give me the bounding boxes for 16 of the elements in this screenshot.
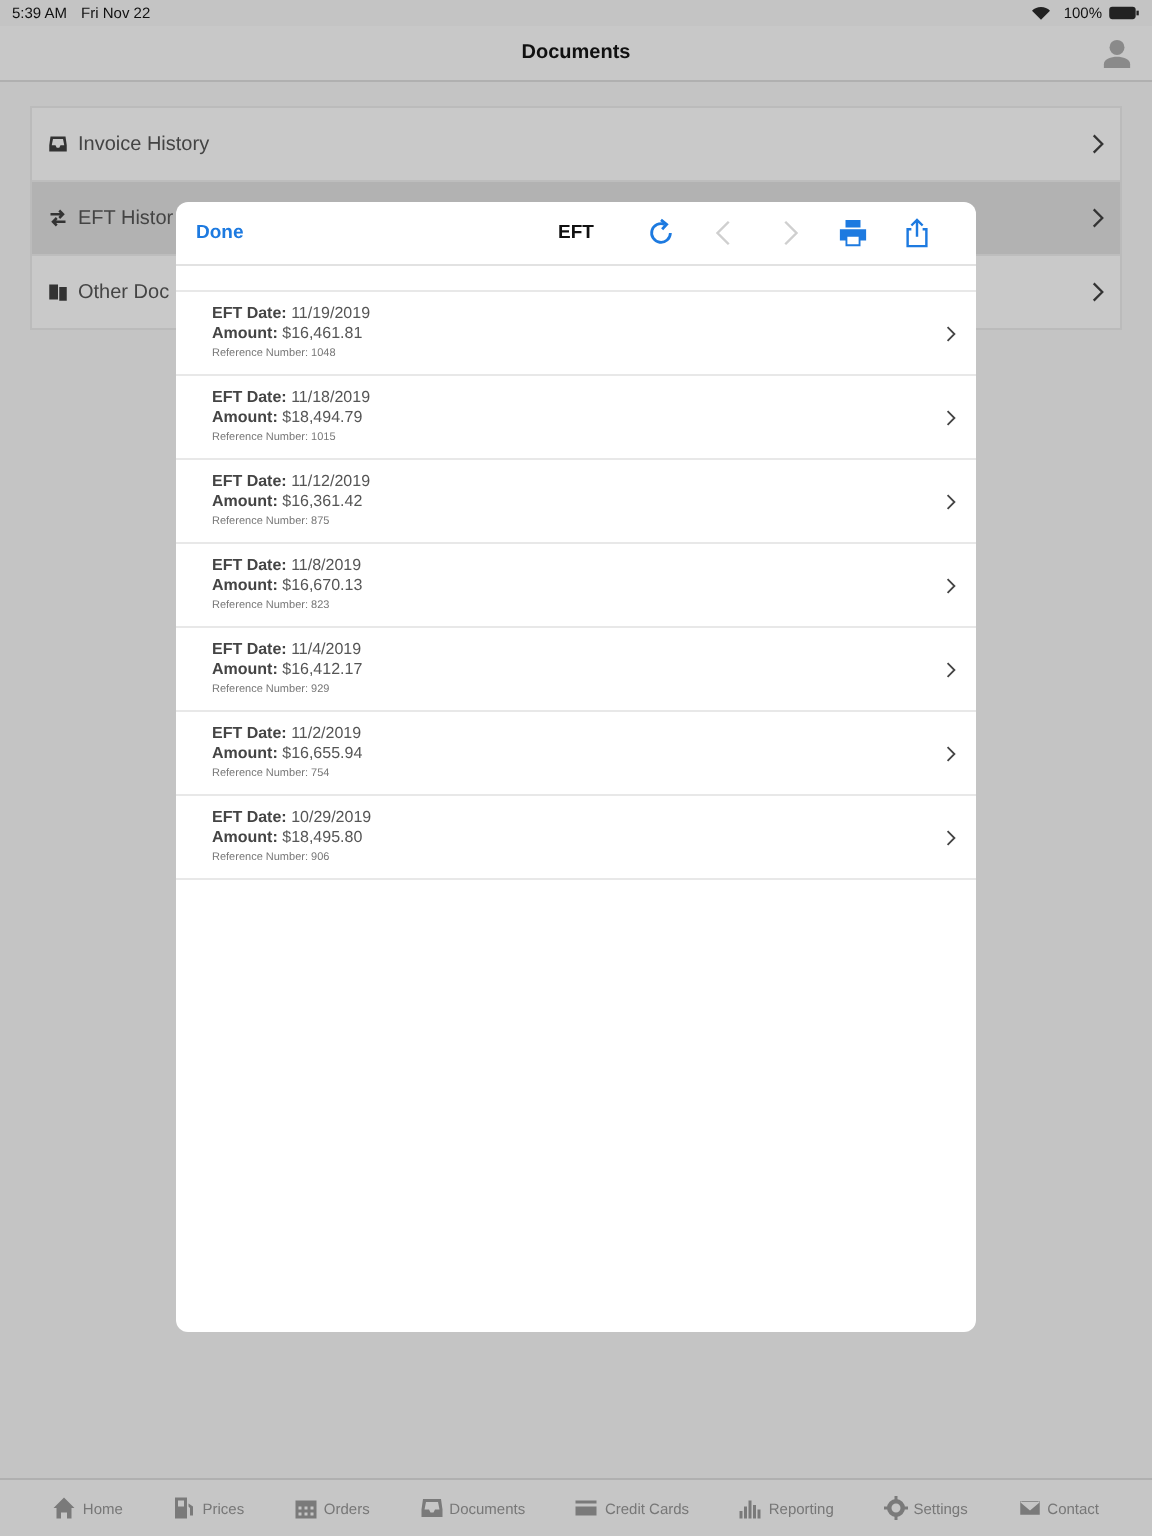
eft-amount: Amount: $16,655.94 bbox=[212, 744, 363, 765]
eft-date: EFT Date: 11/12/2019 bbox=[212, 471, 371, 492]
eft-amount: Amount: $16,361.42 bbox=[212, 492, 363, 513]
eft-amount: Amount: $18,494.79 bbox=[212, 408, 363, 429]
eft-amount: Amount: $18,495.80 bbox=[212, 828, 363, 849]
eft-date: EFT Date: 11/2/2019 bbox=[212, 723, 362, 744]
eft-amount: Amount: $16,412.17 bbox=[212, 660, 363, 681]
eft-date: EFT Date: 11/19/2019 bbox=[212, 303, 371, 324]
page-title: Documents bbox=[521, 42, 631, 64]
eft-amount: Amount: $16,670.13 bbox=[212, 576, 363, 597]
eft-amount: Amount: $16,461.81 bbox=[212, 324, 363, 345]
eft-date: EFT Date: 10/29/2019 bbox=[212, 807, 372, 828]
eft-date: EFT Date: 11/4/2019 bbox=[212, 639, 362, 660]
eft-date: EFT Date: 11/8/2019 bbox=[212, 555, 362, 576]
eft-date: EFT Date: 11/18/2019 bbox=[212, 387, 371, 408]
modal-title: EFT bbox=[558, 222, 594, 244]
